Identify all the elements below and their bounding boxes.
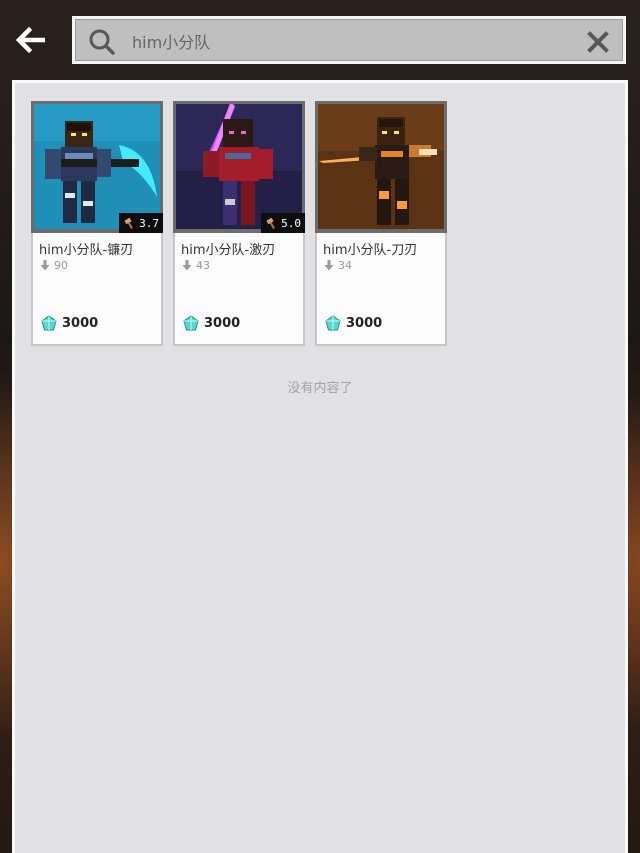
price-value: 3000 <box>204 316 241 331</box>
download-count: 90 <box>40 259 68 272</box>
rating-value: 3.7 <box>139 216 159 230</box>
arrow-down-icon <box>324 260 334 271</box>
price: 3000 <box>183 315 240 332</box>
diamond-icon <box>183 315 199 331</box>
price-value: 3000 <box>62 316 99 331</box>
skin-title: him小分队-刀刃 <box>323 243 418 258</box>
diamond-icon <box>41 315 57 331</box>
download-count: 34 <box>324 259 352 272</box>
arrow-left-icon <box>15 27 45 53</box>
skin-title: him小分队-镰刃 <box>39 243 134 258</box>
arrow-down-icon <box>40 260 50 271</box>
search-icon <box>89 29 115 55</box>
skin-title: him小分队-激刃 <box>181 243 276 258</box>
search-bar <box>72 16 626 64</box>
price: 3000 <box>41 315 98 332</box>
back-button[interactable] <box>12 24 48 56</box>
download-count-value: 43 <box>196 259 210 272</box>
download-count-value: 34 <box>338 259 352 272</box>
price: 3000 <box>325 315 382 332</box>
result-card[interactable]: him小分队-刀刃 34 3000 <box>315 101 447 346</box>
skin-thumbnail: 5.0 <box>173 101 305 233</box>
search-input[interactable] <box>132 28 572 54</box>
hammer-icon <box>266 217 275 229</box>
result-card[interactable]: 5.0 him小分队-激刃 43 3000 <box>173 101 305 346</box>
rating-value: 5.0 <box>281 216 301 230</box>
results-panel: 3.7 him小分队-镰刃 90 3000 5.0 him小分队-激刃 43 3… <box>12 80 628 853</box>
clear-search-icon[interactable] <box>586 30 610 54</box>
rating-badge: 3.7 <box>119 213 163 233</box>
end-of-list-message: 没有内容了 <box>287 381 353 396</box>
skin-thumbnail: 3.7 <box>31 101 163 233</box>
result-card[interactable]: 3.7 him小分队-镰刃 90 3000 <box>31 101 163 346</box>
price-value: 3000 <box>346 316 383 331</box>
hammer-icon <box>124 217 133 229</box>
diamond-icon <box>325 315 341 331</box>
skin-thumbnail <box>315 101 447 233</box>
search-field-box <box>75 19 623 61</box>
thumbnail-frame <box>315 101 447 233</box>
download-count-value: 90 <box>54 259 68 272</box>
download-count: 43 <box>182 259 210 272</box>
rating-badge: 5.0 <box>261 213 305 233</box>
arrow-down-icon <box>182 260 192 271</box>
